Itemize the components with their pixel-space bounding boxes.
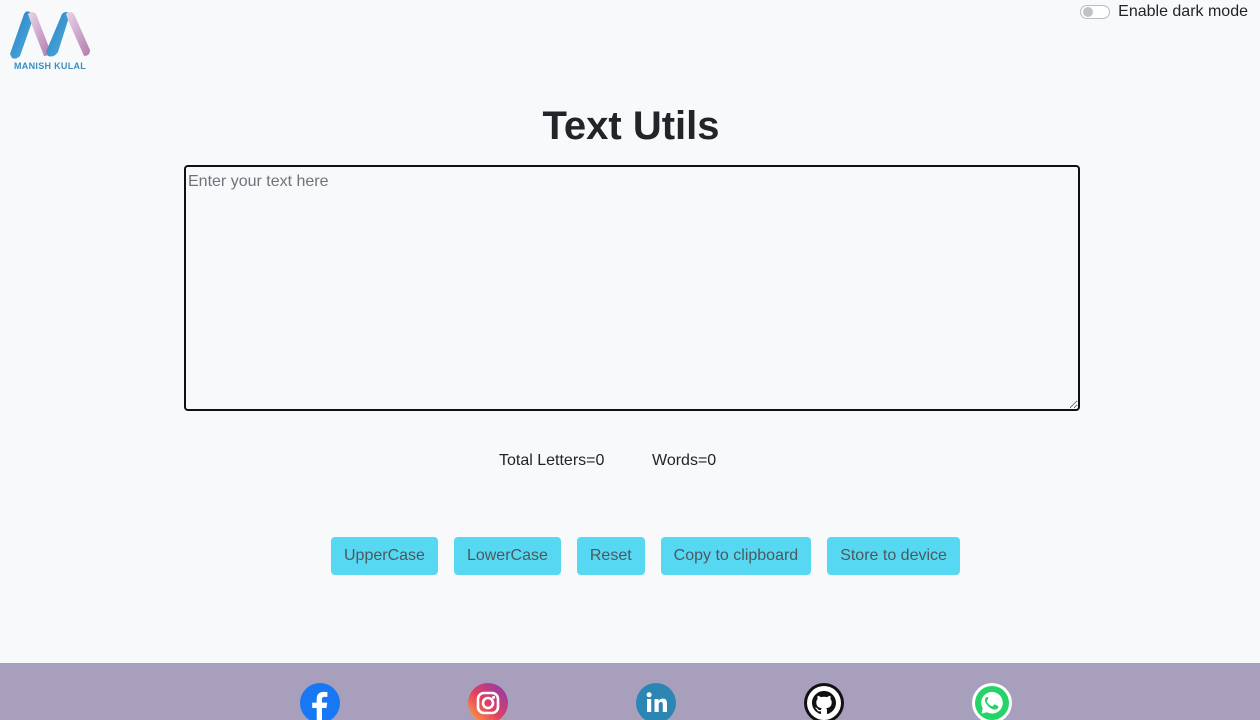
footer [0,663,1260,720]
whatsapp-icon[interactable] [972,683,1012,720]
dark-mode-switch[interactable] [1080,5,1111,19]
dark-mode-toggle[interactable]: Enable dark mode [1080,2,1248,22]
copy-button[interactable]: Copy to clipboard [660,537,812,575]
page-title: Text Utils [542,104,720,148]
letter-count: Total Letters=0 [499,452,605,469]
facebook-icon[interactable] [300,683,340,720]
logo-text: MANISH KULAL [14,61,87,71]
dark-mode-label: Enable dark mode [1118,3,1248,20]
store-button[interactable]: Store to device [827,537,960,575]
github-icon[interactable] [804,683,844,720]
reset-button[interactable]: Reset [576,537,645,575]
switch-knob [1083,7,1094,17]
word-count: Words=0 [652,452,717,469]
site-logo[interactable]: MANISH KULAL [6,8,94,72]
uppercase-button[interactable]: UpperCase [331,537,438,575]
action-buttons: UpperCase LowerCase Reset Copy to clipbo… [331,537,960,575]
instagram-icon[interactable] [468,683,508,720]
linkedin-icon[interactable] [636,683,676,720]
text-input[interactable] [184,165,1080,411]
lowercase-button[interactable]: LowerCase [453,537,561,575]
text-stats: Total Letters=0 Words=0 [0,452,1260,472]
